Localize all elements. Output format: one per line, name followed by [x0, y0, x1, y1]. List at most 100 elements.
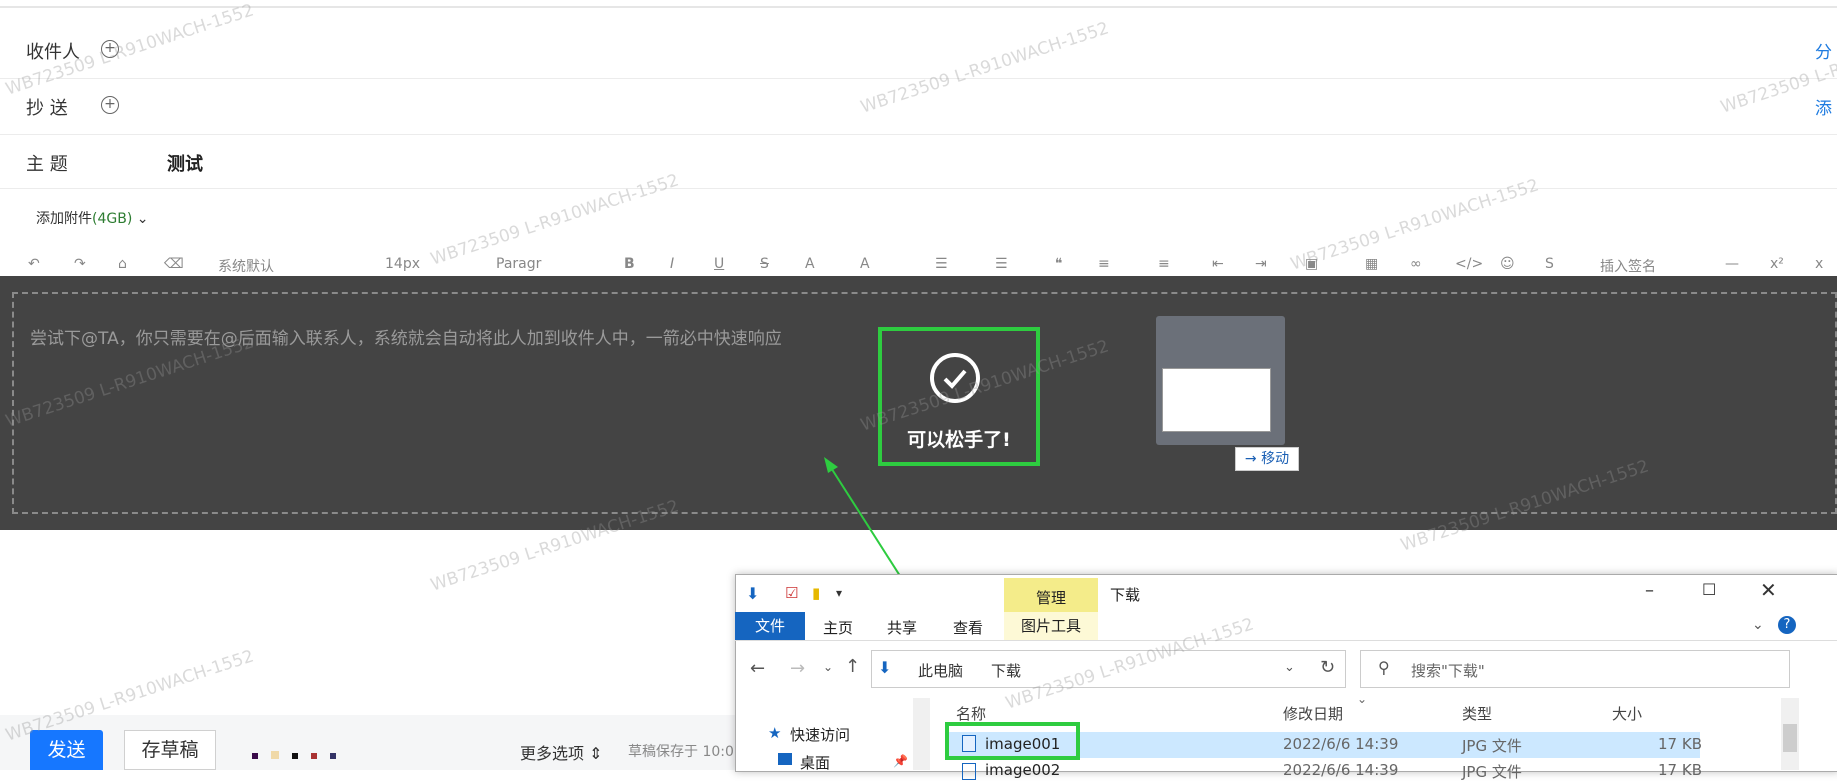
quote-icon[interactable]: ❝	[1055, 256, 1063, 272]
subject-label: 主 题	[26, 154, 68, 175]
manage-tab[interactable]: 管理	[1004, 578, 1098, 612]
add-attachment-button[interactable]: 添加附件(4GB) ⌄	[36, 208, 148, 228]
properties-icon[interactable]: ☑	[785, 584, 798, 602]
col-size[interactable]: 大小	[1612, 703, 1642, 724]
file-name: image002	[985, 761, 1061, 779]
tab-view[interactable]: 查看	[953, 617, 983, 638]
font-color-icon[interactable]: A	[805, 256, 815, 272]
file-date: 2022/6/6 14:39	[1283, 761, 1399, 779]
move-badge: → 移动	[1235, 447, 1299, 471]
customize-qat-icon[interactable]: ▾	[836, 586, 842, 600]
recent-icon[interactable]: ⌄	[823, 660, 833, 674]
tab-home[interactable]: 主页	[823, 617, 853, 638]
indent-icon[interactable]: ⇥	[1255, 256, 1267, 272]
drop-ok-text: 可以松手了!	[907, 429, 1011, 451]
new-folder-icon[interactable]: ▮	[812, 584, 820, 602]
breadcrumb-downloads[interactable]: 下载	[991, 660, 1021, 681]
size-select[interactable]: 14px	[385, 256, 420, 272]
save-draft-button[interactable]: 存草稿	[124, 730, 216, 770]
add-cc-icon[interactable]: +	[101, 96, 119, 114]
breadcrumb-this-pc[interactable]: 此电脑	[918, 660, 963, 681]
justify-icon[interactable]: ≡	[1158, 256, 1170, 272]
file-size: 17 KB	[1658, 735, 1702, 753]
file-size: 17 KB	[1658, 761, 1702, 779]
editor-placeholder: 尝试下@TA，你只需要在@后面输入联系人，系统就会自动将此人加到收件人中，一箭必…	[30, 329, 782, 349]
file-date: 2022/6/6 14:39	[1283, 735, 1399, 753]
subscript-icon[interactable]: x	[1815, 256, 1823, 272]
separate-send-link[interactable]: 分	[1815, 38, 1832, 63]
expand-ribbon-icon[interactable]: ⌄	[1752, 617, 1764, 633]
to-row	[0, 0, 1837, 79]
hr-icon[interactable]: —	[1725, 256, 1739, 272]
paragraph-select[interactable]: Paragr	[496, 256, 541, 272]
font-select[interactable]: 系统默认	[218, 256, 274, 276]
bullet-list-icon[interactable]: ☰	[935, 256, 948, 272]
italic-icon[interactable]: I	[670, 256, 674, 272]
up-icon[interactable]: ↑	[845, 656, 860, 677]
tab-share[interactable]: 共享	[887, 617, 917, 638]
pin-icon: 📌	[893, 754, 908, 768]
sort-indicator-icon: ⌄	[1357, 692, 1368, 706]
col-name[interactable]: 名称	[956, 703, 986, 724]
attach-label: 添加附件	[36, 211, 92, 227]
quick-access-down-icon[interactable]: ⬇	[746, 584, 759, 603]
bold-icon[interactable]: B	[624, 256, 635, 272]
format-painter-icon[interactable]: ⌂	[118, 256, 127, 272]
redo-icon[interactable]: ↷	[74, 256, 86, 272]
code-icon[interactable]: </>	[1455, 256, 1483, 272]
scrollbar-thumb[interactable]	[1783, 724, 1797, 752]
signature-select[interactable]: 插入签名	[1600, 256, 1656, 276]
downloads-folder-icon: ⬇	[878, 658, 892, 677]
tab-picture-tools[interactable]: 图片工具	[1004, 612, 1098, 640]
col-type[interactable]: 类型	[1462, 703, 1492, 724]
blurred-options	[252, 744, 482, 759]
editor-toolbar: ↶ ↷ ⌂ ⌫ 系统默认 14px Paragr B I U S A A ☰ ☰…	[0, 248, 1837, 276]
drag-thumbnail-image	[1162, 368, 1271, 432]
send-button[interactable]: 发送	[30, 730, 103, 770]
minimize-icon[interactable]: –	[1645, 580, 1654, 601]
number-list-icon[interactable]: ☰	[995, 256, 1008, 272]
strike-icon[interactable]: S	[760, 256, 769, 272]
chevron-down-icon: ⌄	[136, 211, 149, 227]
subject-row	[0, 134, 1837, 189]
superscript-icon[interactable]: x²	[1770, 256, 1784, 272]
underline-icon[interactable]: U	[714, 256, 724, 272]
more-options-button[interactable]: 更多选项 ⇕	[520, 740, 603, 764]
outdent-icon[interactable]: ⇤	[1212, 256, 1224, 272]
star-icon: ★	[768, 724, 782, 742]
emoji-icon[interactable]: ☺	[1500, 256, 1515, 272]
search-placeholder: 搜索"下载"	[1411, 662, 1485, 680]
address-dropdown-icon[interactable]: ⌄	[1284, 660, 1295, 675]
help-icon[interactable]: ?	[1778, 616, 1796, 634]
jpg-file-icon	[962, 735, 976, 752]
close-icon[interactable]: ✕	[1760, 578, 1777, 602]
subject-input[interactable]: 测试	[167, 150, 203, 176]
draft-saved-status: 草稿保存于 10:0	[628, 744, 734, 760]
file-type: JPG 文件	[1462, 737, 1522, 755]
cc-label: 抄 送	[26, 98, 68, 119]
eraser-icon[interactable]: ⌫	[164, 256, 184, 272]
jpg-file-icon	[962, 763, 976, 780]
forward-icon[interactable]: →	[790, 658, 805, 679]
file-name: image001	[985, 735, 1061, 753]
link-icon[interactable]: ∞	[1410, 256, 1422, 272]
attach-size: (4GB)	[92, 211, 133, 227]
align-icon[interactable]: ≡	[1098, 256, 1110, 272]
search-icon: ⚲	[1378, 658, 1390, 677]
bg-color-icon[interactable]: A	[860, 256, 870, 272]
back-icon[interactable]: ←	[750, 658, 765, 679]
more-options-label: 更多选项	[520, 744, 585, 763]
add-bcc-link[interactable]: 添	[1815, 94, 1832, 119]
undo-icon[interactable]: ↶	[28, 256, 40, 272]
nav-quick-access[interactable]: 快速访问	[790, 724, 850, 745]
desktop-icon	[778, 753, 792, 765]
maximize-icon[interactable]: ☐	[1702, 580, 1716, 599]
col-date[interactable]: 修改日期	[1283, 703, 1343, 724]
refresh-icon[interactable]: ↻	[1320, 657, 1335, 678]
file-type: JPG 文件	[1462, 763, 1522, 781]
table-icon[interactable]: ▦	[1365, 256, 1378, 272]
tab-file[interactable]: 文件	[735, 612, 805, 640]
special-char-icon[interactable]: S	[1545, 256, 1554, 272]
nav-scrollbar[interactable]	[913, 698, 930, 770]
window-title: 下载	[1110, 586, 1141, 604]
